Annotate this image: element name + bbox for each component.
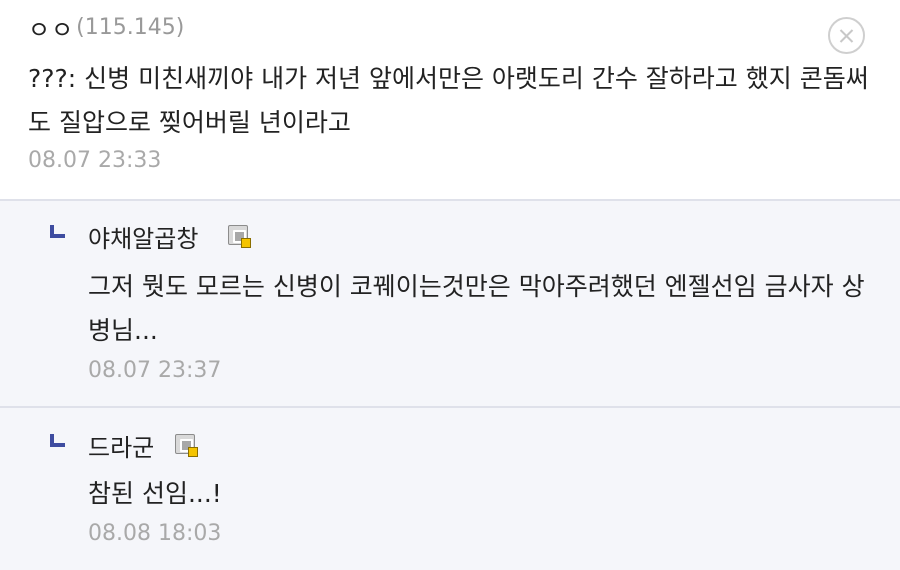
reply-arrow-icon (50, 434, 65, 447)
reply-text: 참된 선임...! (88, 479, 222, 508)
reply-nickname[interactable]: 야채알곱창 (88, 219, 198, 254)
gallog-icon[interactable] (228, 225, 251, 248)
close-circle-icon[interactable] (828, 17, 865, 54)
reply-date: 08.07 23:37 (88, 358, 222, 383)
comment-text: ???: 신병 미친새끼야 내가 저년 앞에서만은 아랫도리 간수 잘하라고 했… (28, 64, 869, 137)
comment-date: 08.07 23:33 (28, 148, 162, 173)
comment-author-row: ㅇㅇ (115.145) (28, 10, 185, 45)
reply: 야채알곱창 그저 뭣도 모르는 신병이 코꿰이는것만은 막아주려했던 엔젤선임 … (0, 201, 900, 408)
reply-date: 08.08 18:03 (88, 521, 222, 546)
reply-nickname[interactable]: 드라군 (88, 428, 154, 463)
reply-arrow-icon (50, 225, 65, 238)
reply: 드라군 참된 선임...! 08.08 18:03 (0, 408, 900, 570)
gallog-icon[interactable] (175, 434, 198, 457)
comment-nickname[interactable]: ㅇㅇ (28, 10, 74, 45)
reply-text: 그저 뭣도 모르는 신병이 코꿰이는것만은 막아주려했던 엔젤선임 금사자 상병… (88, 272, 865, 345)
comment: ㅇㅇ (115.145) ???: 신병 미친새끼야 내가 저년 앞에서만은 아… (0, 0, 900, 201)
comment-ip: (115.145) (76, 14, 185, 40)
